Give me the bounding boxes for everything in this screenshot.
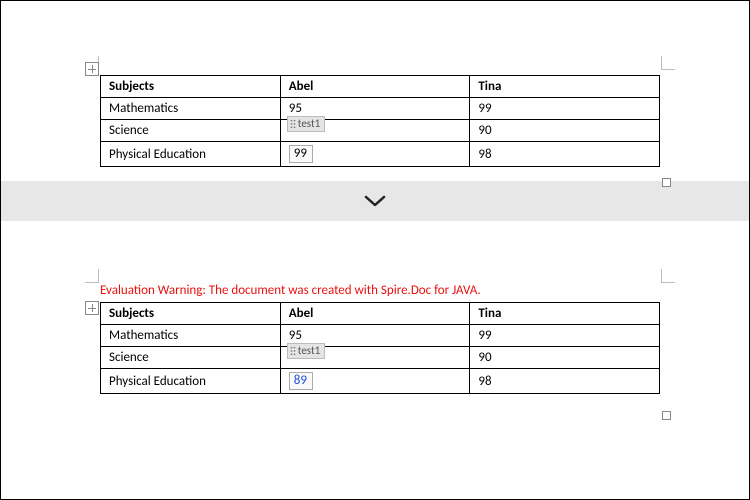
field-tag[interactable]: test1	[287, 343, 325, 359]
cell-subject: Mathematics	[101, 98, 281, 120]
header-tina: Tina	[470, 76, 660, 98]
field-value[interactable]: 99	[289, 145, 313, 163]
page-margin-corner-tr	[661, 269, 675, 283]
table-row: Mathematics 95 99	[101, 98, 660, 120]
cell-abel-field[interactable]: 99	[280, 142, 470, 167]
cell-subject: Physical Education	[101, 369, 281, 394]
cell-tina: 99	[470, 98, 660, 120]
page-margin-corner-tl	[85, 269, 99, 283]
cell-tina: 98	[470, 142, 660, 167]
grades-table-bottom: Subjects Abel Tina Mathematics 95 99 Sci…	[100, 302, 660, 394]
cell-subject: Physical Education	[101, 142, 281, 167]
cell-tina: 90	[470, 347, 660, 369]
table-resize-handle[interactable]	[662, 178, 671, 187]
cell-tina: 98	[470, 369, 660, 394]
cell-abel-field[interactable]: test1	[280, 347, 470, 369]
page-break-separator	[1, 181, 749, 221]
field-tag-label: test1	[298, 117, 320, 131]
table-row: Physical Education 99 98	[101, 142, 660, 167]
header-subjects: Subjects	[101, 303, 281, 325]
grip-dots-icon	[290, 119, 296, 129]
grip-dots-icon	[290, 346, 296, 356]
table-row: Physical Education 89 98	[101, 369, 660, 394]
header-subjects: Subjects	[101, 76, 281, 98]
table-row: Science test1 90	[101, 347, 660, 369]
table-resize-handle[interactable]	[662, 411, 671, 420]
chevron-down-icon	[364, 194, 386, 208]
table-header-row: Subjects Abel Tina	[101, 303, 660, 325]
table-row: Mathematics 95 99	[101, 325, 660, 347]
document-top: Subjects Abel Tina Mathematics 95 99 Sci…	[1, 1, 749, 167]
header-tina: Tina	[470, 303, 660, 325]
field-tag-label: test1	[298, 344, 320, 358]
field-tag[interactable]: test1	[287, 116, 325, 132]
evaluation-warning: Evaluation Warning: The document was cre…	[100, 283, 749, 298]
cell-subject: Mathematics	[101, 325, 281, 347]
grades-table-top: Subjects Abel Tina Mathematics 95 99 Sci…	[100, 75, 660, 167]
table-header-row: Subjects Abel Tina	[101, 76, 660, 98]
table-row: Science test1 90	[101, 120, 660, 142]
document-bottom: Evaluation Warning: The document was cre…	[1, 221, 749, 394]
header-abel: Abel	[280, 76, 470, 98]
cell-tina: 90	[470, 120, 660, 142]
cell-subject: Science	[101, 120, 281, 142]
table-move-handle[interactable]	[85, 301, 99, 315]
cell-subject: Science	[101, 347, 281, 369]
header-abel: Abel	[280, 303, 470, 325]
page-margin-corner-tr	[661, 56, 675, 70]
cell-tina: 99	[470, 325, 660, 347]
field-value[interactable]: 89	[289, 372, 313, 390]
cell-abel-field[interactable]: 89	[280, 369, 470, 394]
cell-abel-field[interactable]: test1	[280, 120, 470, 142]
table-move-handle[interactable]	[85, 62, 99, 76]
